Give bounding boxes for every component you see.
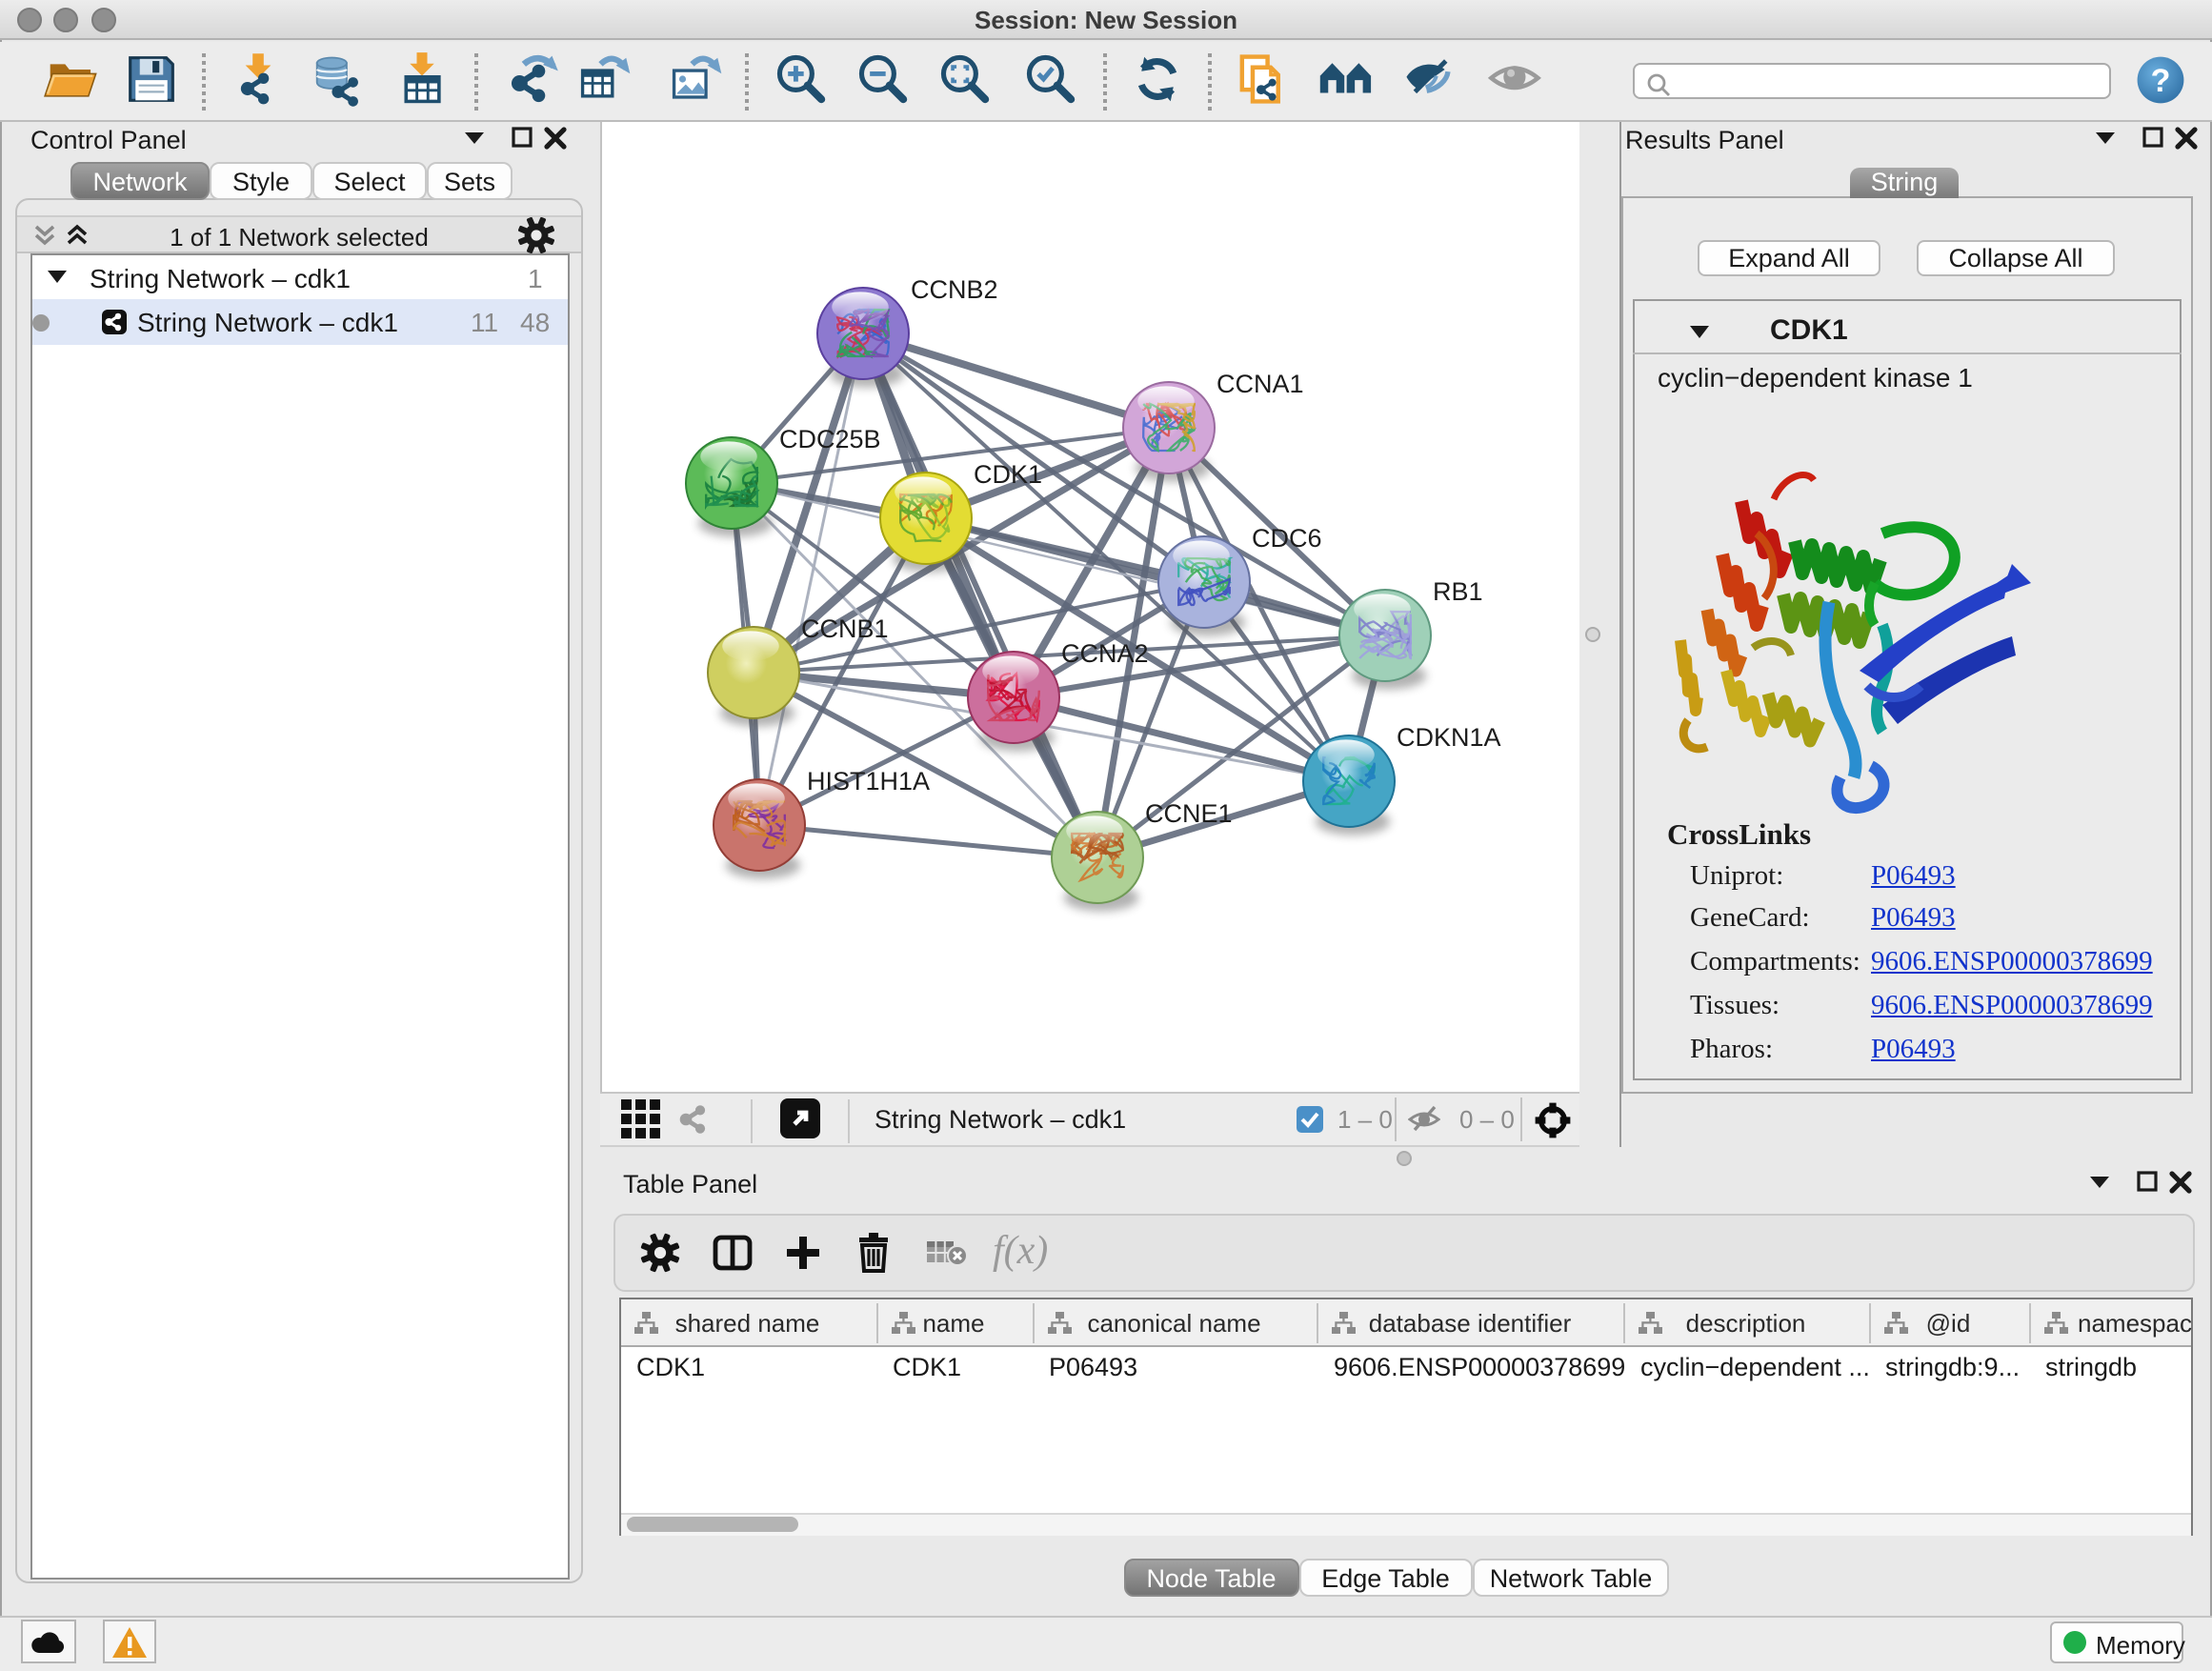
svg-text:HIST1H1A: HIST1H1A bbox=[807, 767, 930, 795]
svg-text:RB1: RB1 bbox=[1433, 577, 1483, 606]
svg-text:CCNB2: CCNB2 bbox=[911, 275, 998, 304]
svg-text:?: ? bbox=[2151, 63, 2171, 99]
svg-text:CDC6: CDC6 bbox=[1252, 524, 1322, 553]
svg-text:CCNA1: CCNA1 bbox=[1217, 370, 1304, 398]
svg-text:CCNB1: CCNB1 bbox=[801, 614, 889, 643]
svg-text:CDKN1A: CDKN1A bbox=[1397, 723, 1501, 752]
svg-text:CDK1: CDK1 bbox=[974, 460, 1042, 489]
svg-text:CCNE1: CCNE1 bbox=[1145, 799, 1233, 828]
svg-text:CCNA2: CCNA2 bbox=[1061, 639, 1149, 668]
svg-text:CDC25B: CDC25B bbox=[779, 425, 881, 453]
